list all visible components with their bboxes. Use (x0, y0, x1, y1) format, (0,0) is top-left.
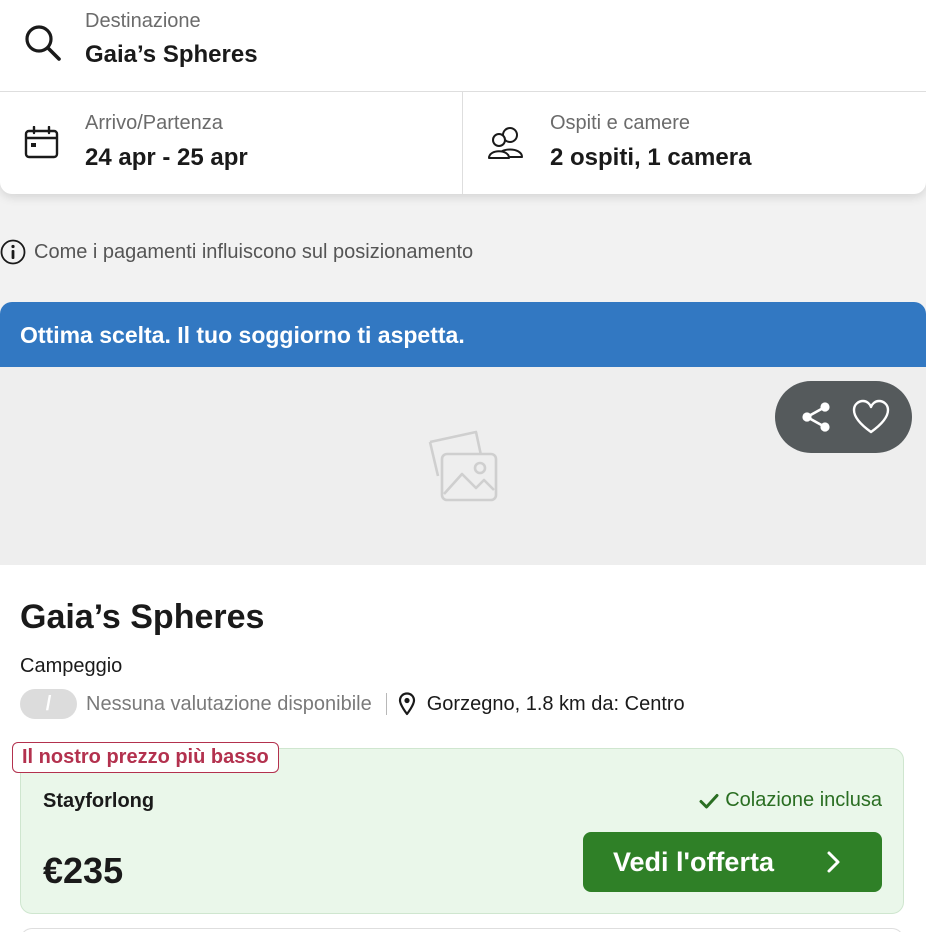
dates-value: 24 apr - 25 apr (85, 144, 248, 171)
favorite-button[interactable] (849, 395, 893, 439)
view-offer-button[interactable]: Vedi l'offerta (583, 832, 882, 892)
price: €235 (43, 850, 124, 891)
divider (385, 693, 387, 715)
amenity-breakfast: Colazione inclusa (699, 789, 882, 812)
search-icon (25, 25, 61, 61)
rating-badge: / (20, 689, 77, 719)
promo-banner: Ottima scelta. Il tuo soggiorno ti aspet… (0, 302, 926, 368)
lowest-price-badge: Il nostro prezzo più basso (12, 742, 279, 773)
image-actions (775, 381, 912, 453)
amenity-label: Colazione inclusa (725, 789, 882, 811)
view-offer-label: Vedi l'offerta (613, 846, 774, 877)
banner-text: Ottima scelta. Il tuo soggiorno ti aspet… (20, 321, 465, 348)
chevron-right-icon (827, 851, 840, 873)
guests-icon (488, 127, 523, 159)
guests-field[interactable]: Ospiti e camere 2 ospiti, 1 camera (463, 92, 926, 194)
guests-label: Ospiti e camere (550, 112, 691, 134)
destination-label: Destinazione (85, 10, 201, 32)
share-button[interactable] (794, 395, 838, 439)
location-text[interactable]: Gorzegno, 1.8 km da: Centro (427, 693, 685, 716)
dates-field[interactable]: Arrivo/Partenza 24 apr - 25 apr (0, 92, 463, 194)
share-icon (802, 402, 830, 432)
rating-text: Nessuna valutazione disponibile (86, 692, 372, 715)
rating-location-row: / Nessuna valutazione disponibile Gorzeg… (20, 688, 685, 720)
check-icon (699, 793, 719, 808)
image-placeholder-icon (428, 430, 498, 502)
location-pin-icon (398, 692, 415, 716)
provider-name: Stayforlong (43, 790, 155, 812)
dates-label: Arrivo/Partenza (85, 112, 223, 134)
hotel-name[interactable]: Gaia’s Spheres (20, 598, 264, 637)
ranking-info-text: Come i pagamenti influiscono sul posizio… (34, 240, 474, 263)
ranking-info-link[interactable]: Come i pagamenti influiscono sul posizio… (0, 238, 473, 266)
search-summary-card: Destinazione Gaia’s Spheres Arrivo/Parte… (0, 0, 926, 194)
guests-value: 2 ospiti, 1 camera (550, 144, 752, 171)
lowest-price-label: Il nostro prezzo più basso (22, 746, 269, 768)
calendar-icon (24, 126, 59, 159)
heart-icon (852, 399, 889, 434)
destination-field[interactable]: Destinazione Gaia’s Spheres (0, 0, 926, 92)
next-card-edge (20, 928, 904, 932)
destination-value: Gaia’s Spheres (85, 41, 258, 68)
info-icon (0, 239, 26, 265)
hotel-type: Campeggio (20, 655, 123, 677)
